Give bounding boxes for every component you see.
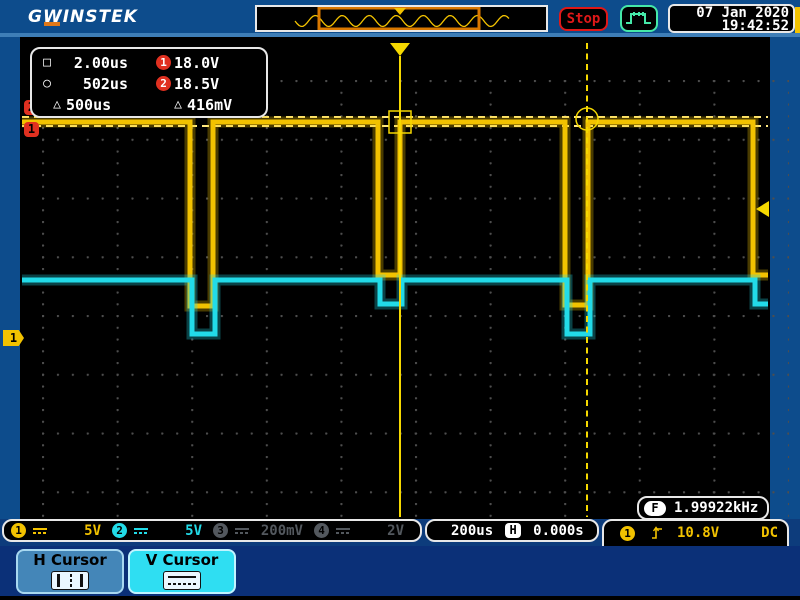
pulse-icon bbox=[626, 12, 651, 24]
channel4-dc-coupling-icon bbox=[336, 527, 350, 534]
channel1-dc-coupling-icon bbox=[33, 527, 47, 534]
preview-waveform-icon bbox=[294, 7, 510, 30]
timebase-position: 0.000s bbox=[533, 522, 584, 539]
voltage-cursor1-badge: 1 bbox=[156, 55, 171, 70]
trigger-info-row: 1 10.8V DC bbox=[604, 523, 787, 543]
channel2-dc-coupling-icon bbox=[134, 527, 148, 534]
stop-button[interactable]: Stop bbox=[559, 7, 608, 31]
channel-status-box: 1 5V 2 5V 3 200mV 4 2V bbox=[2, 519, 422, 542]
graticule-grid bbox=[42, 80, 789, 551]
status-bar: 1 5V 2 5V 3 200mV 4 2V 200us H 0.000s 1 … bbox=[0, 519, 800, 557]
trigger-level-value: 10.8V bbox=[677, 525, 720, 541]
square-cursor-icon: □ bbox=[43, 55, 51, 70]
rising-edge-icon bbox=[652, 526, 662, 539]
datetime-display: 07 Jan 2020 19:42:52 bbox=[668, 4, 795, 33]
channel1-scale: 5V bbox=[84, 522, 101, 539]
top-bar: GWINSTEK Stop 07 Jan 2020 19:42:52 bbox=[0, 0, 800, 33]
frequency-value: 1.99922kHz bbox=[674, 500, 759, 516]
channel1-status[interactable]: 1 5V bbox=[4, 523, 105, 539]
h-cursor-button-label: H Cursor bbox=[33, 551, 107, 569]
cursor-readout-panel: □ 2.00us 1 18.0V ○ 502us 2 18.5V △ 500us… bbox=[30, 47, 268, 118]
v-cursor-button[interactable]: V Cursor bbox=[128, 549, 236, 594]
timebase-scale: 200us bbox=[451, 522, 494, 539]
horizontal-icon: H bbox=[505, 523, 522, 538]
cursor-row-1: □ 2.00us 1 18.0V bbox=[38, 52, 260, 73]
cursor-row-delta: △ 500us △ 416mV bbox=[38, 94, 260, 115]
run-control-button[interactable] bbox=[620, 5, 658, 32]
trigger-source-badge: 1 bbox=[620, 525, 635, 541]
time-cursor1-value: 2.00us bbox=[73, 53, 128, 72]
time-text: 19:42:52 bbox=[721, 18, 789, 34]
channel3-scale: 200mV bbox=[260, 522, 303, 539]
logo-accent bbox=[44, 22, 60, 26]
cursor-row-2: ○ 502us 2 18.5V bbox=[38, 73, 260, 94]
timebase-status-box[interactable]: 200us H 0.000s bbox=[425, 519, 599, 542]
waveform-preview-bar[interactable] bbox=[255, 5, 548, 32]
channel4-status[interactable]: 4 2V bbox=[307, 523, 408, 539]
channel4-scale: 2V bbox=[387, 522, 404, 539]
h-cursor-button[interactable]: H Cursor bbox=[16, 549, 124, 594]
time-cursor2-value: 502us bbox=[82, 74, 128, 93]
voltage-cursor2-badge: 2 bbox=[156, 76, 171, 91]
h-cursor1-marker[interactable]: 1 bbox=[24, 122, 39, 137]
delta-voltage-icon: △ bbox=[174, 97, 182, 112]
h-cursor-icon bbox=[51, 571, 89, 590]
frequency-counter: F 1.99922kHz bbox=[637, 496, 769, 520]
channel2-status[interactable]: 2 5V bbox=[105, 523, 206, 539]
trigger-coupling: DC bbox=[761, 525, 779, 541]
channel3-status[interactable]: 3 200mV bbox=[206, 523, 307, 539]
time-delta-value: 500us bbox=[66, 95, 112, 114]
circle-cursor-icon: ○ bbox=[43, 76, 51, 91]
channel3-dc-coupling-icon bbox=[235, 527, 249, 534]
voltage-delta-value: 416mV bbox=[187, 95, 233, 114]
bottom-edge bbox=[0, 596, 800, 600]
voltage-cursor1-value: 18.0V bbox=[174, 53, 220, 72]
channel4-badge: 4 bbox=[314, 523, 329, 538]
channel1-badge: 1 bbox=[11, 523, 26, 538]
menu-bar: H Cursor V Cursor bbox=[0, 546, 800, 600]
v-cursor-button-label: V Cursor bbox=[145, 551, 219, 569]
oscilloscope-screen: GWINSTEK Stop 07 Jan 2020 19:42:52 2 1 1 bbox=[0, 0, 800, 600]
v-cursor-icon bbox=[163, 571, 201, 590]
channel3-badge: 3 bbox=[213, 523, 228, 538]
frequency-icon: F bbox=[644, 500, 666, 516]
delta-time-icon: △ bbox=[53, 97, 61, 112]
channel2-badge: 2 bbox=[112, 523, 127, 538]
channel2-scale: 5V bbox=[185, 522, 202, 539]
voltage-cursor2-value: 18.5V bbox=[174, 74, 220, 93]
edge-tab bbox=[795, 7, 800, 33]
